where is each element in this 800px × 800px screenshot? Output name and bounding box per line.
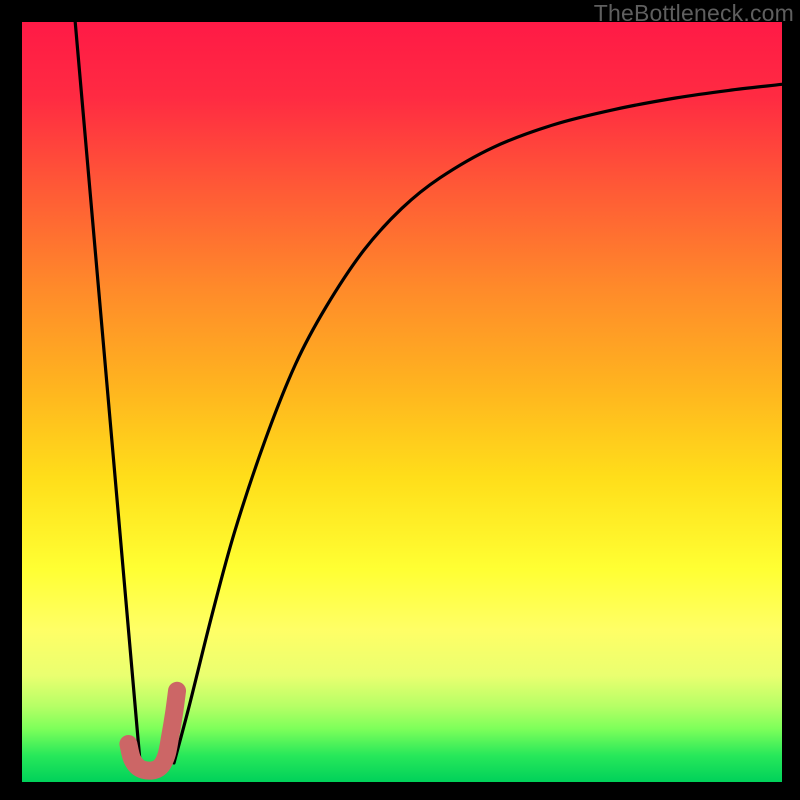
watermark-text: TheBottleneck.com (594, 0, 794, 27)
gradient-background (22, 22, 782, 782)
chart-frame: TheBottleneck.com (0, 0, 800, 800)
plot-area (22, 22, 782, 782)
plot-svg (22, 22, 782, 782)
